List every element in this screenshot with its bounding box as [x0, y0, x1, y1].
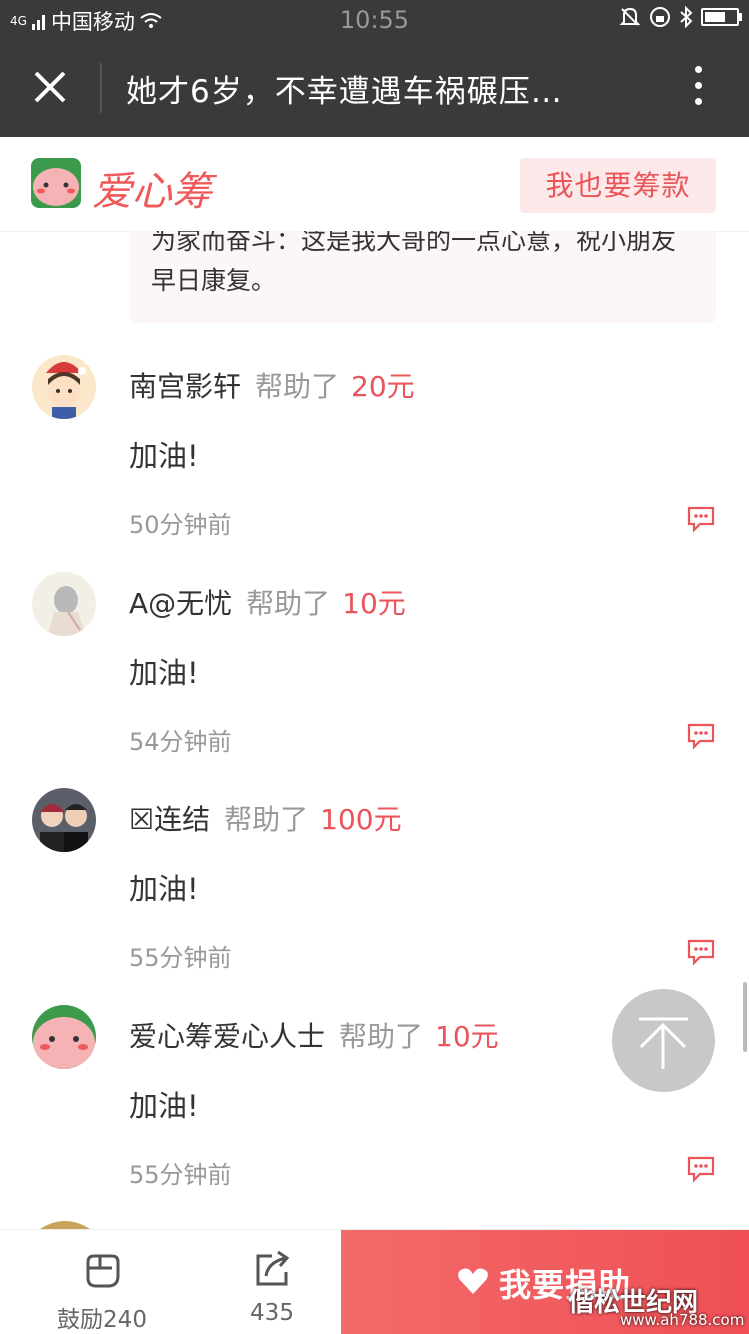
avatar[interactable] — [32, 572, 96, 636]
donation-time: 50分钟前 — [129, 511, 232, 539]
lock-rotation-icon — [650, 7, 670, 27]
close-icon[interactable] — [28, 65, 72, 109]
donation-item: 南宫影轩 帮助了 20元 加油! 50分钟前 — [0, 355, 749, 572]
avatar — [40, 1221, 90, 1229]
share-button[interactable]: 435 — [222, 1230, 322, 1334]
helped-label: 帮助了 — [255, 370, 340, 403]
status-bar: 4G 中国移动 10:55 — [0, 0, 749, 38]
helped-label: 帮助了 — [246, 587, 331, 620]
donation-time: 55分钟前 — [129, 1161, 232, 1189]
logo-icon — [31, 158, 81, 208]
donation-comment: 加油! — [129, 439, 199, 473]
comment-icon[interactable] — [686, 938, 716, 966]
donor-name: 爱心筹爱心人士 — [129, 1020, 326, 1053]
donation-item: ☒连结 帮助了 100元 加油! 55分钟前 — [0, 788, 749, 1005]
donation-amount: 20元 — [351, 370, 415, 403]
share-icon — [256, 1250, 290, 1286]
helped-label: 帮助了 — [339, 1020, 424, 1053]
avatar[interactable] — [32, 1005, 96, 1069]
start-fundraise-button[interactable]: 我也要筹款 — [520, 158, 716, 213]
mute-icon — [619, 7, 641, 26]
donation-amount: 10元 — [342, 587, 406, 620]
nav-divider — [100, 63, 102, 113]
previous-message-text: 为家而奋斗：这是我大哥的一点心意，祝小朋友早日康复。 — [151, 231, 677, 295]
brand-header: 爱心筹 我也要筹款 — [0, 137, 749, 232]
previous-message-box: 为家而奋斗：这是我大哥的一点心意，祝小朋友早日康复。 — [129, 231, 716, 323]
donation-amount: 100元 — [320, 803, 402, 836]
donor-name: 南宫影轩 — [129, 370, 242, 403]
page-title: 她才6岁，不幸遭遇车祸碾压… — [126, 74, 563, 110]
encourage-count: 鼓励240 — [57, 1307, 147, 1333]
scrollbar[interactable] — [743, 982, 747, 1052]
heart-icon — [458, 1268, 488, 1294]
donation-comment: 加油! — [129, 656, 199, 690]
donation-amount: 10元 — [435, 1020, 499, 1053]
bluetooth-icon — [680, 6, 693, 28]
back-to-top-button[interactable] — [612, 989, 715, 1092]
comment-icon[interactable] — [686, 722, 716, 750]
battery-icon — [701, 8, 742, 26]
donor-name: A@无忧 — [129, 587, 233, 620]
arrow-up-icon — [639, 1017, 688, 1069]
watermark-url: www.ah788.com — [620, 1311, 745, 1329]
avatar[interactable] — [32, 355, 96, 419]
share-count: 435 — [250, 1300, 294, 1326]
comment-icon[interactable] — [686, 1155, 716, 1183]
donation-comment: 加油! — [129, 1089, 199, 1123]
donor-name: ☒连结 — [129, 803, 211, 836]
more-menu-icon[interactable] — [695, 66, 705, 110]
helped-label: 帮助了 — [224, 803, 309, 836]
nav-bar: 她才6岁，不幸遭遇车祸碾压… — [0, 38, 749, 137]
donation-time: 55分钟前 — [129, 944, 232, 972]
comment-icon[interactable] — [686, 505, 716, 533]
encourage-button[interactable]: 鼓励240 — [40, 1230, 164, 1334]
donation-time: 54分钟前 — [129, 728, 232, 756]
fist-icon — [86, 1254, 120, 1288]
avatar[interactable] — [32, 788, 96, 852]
donation-comment: 加油! — [129, 872, 199, 906]
donation-item: A@无忧 帮助了 10元 加油! 54分钟前 — [0, 572, 749, 789]
brand-name: 爱心筹 — [92, 169, 212, 215]
